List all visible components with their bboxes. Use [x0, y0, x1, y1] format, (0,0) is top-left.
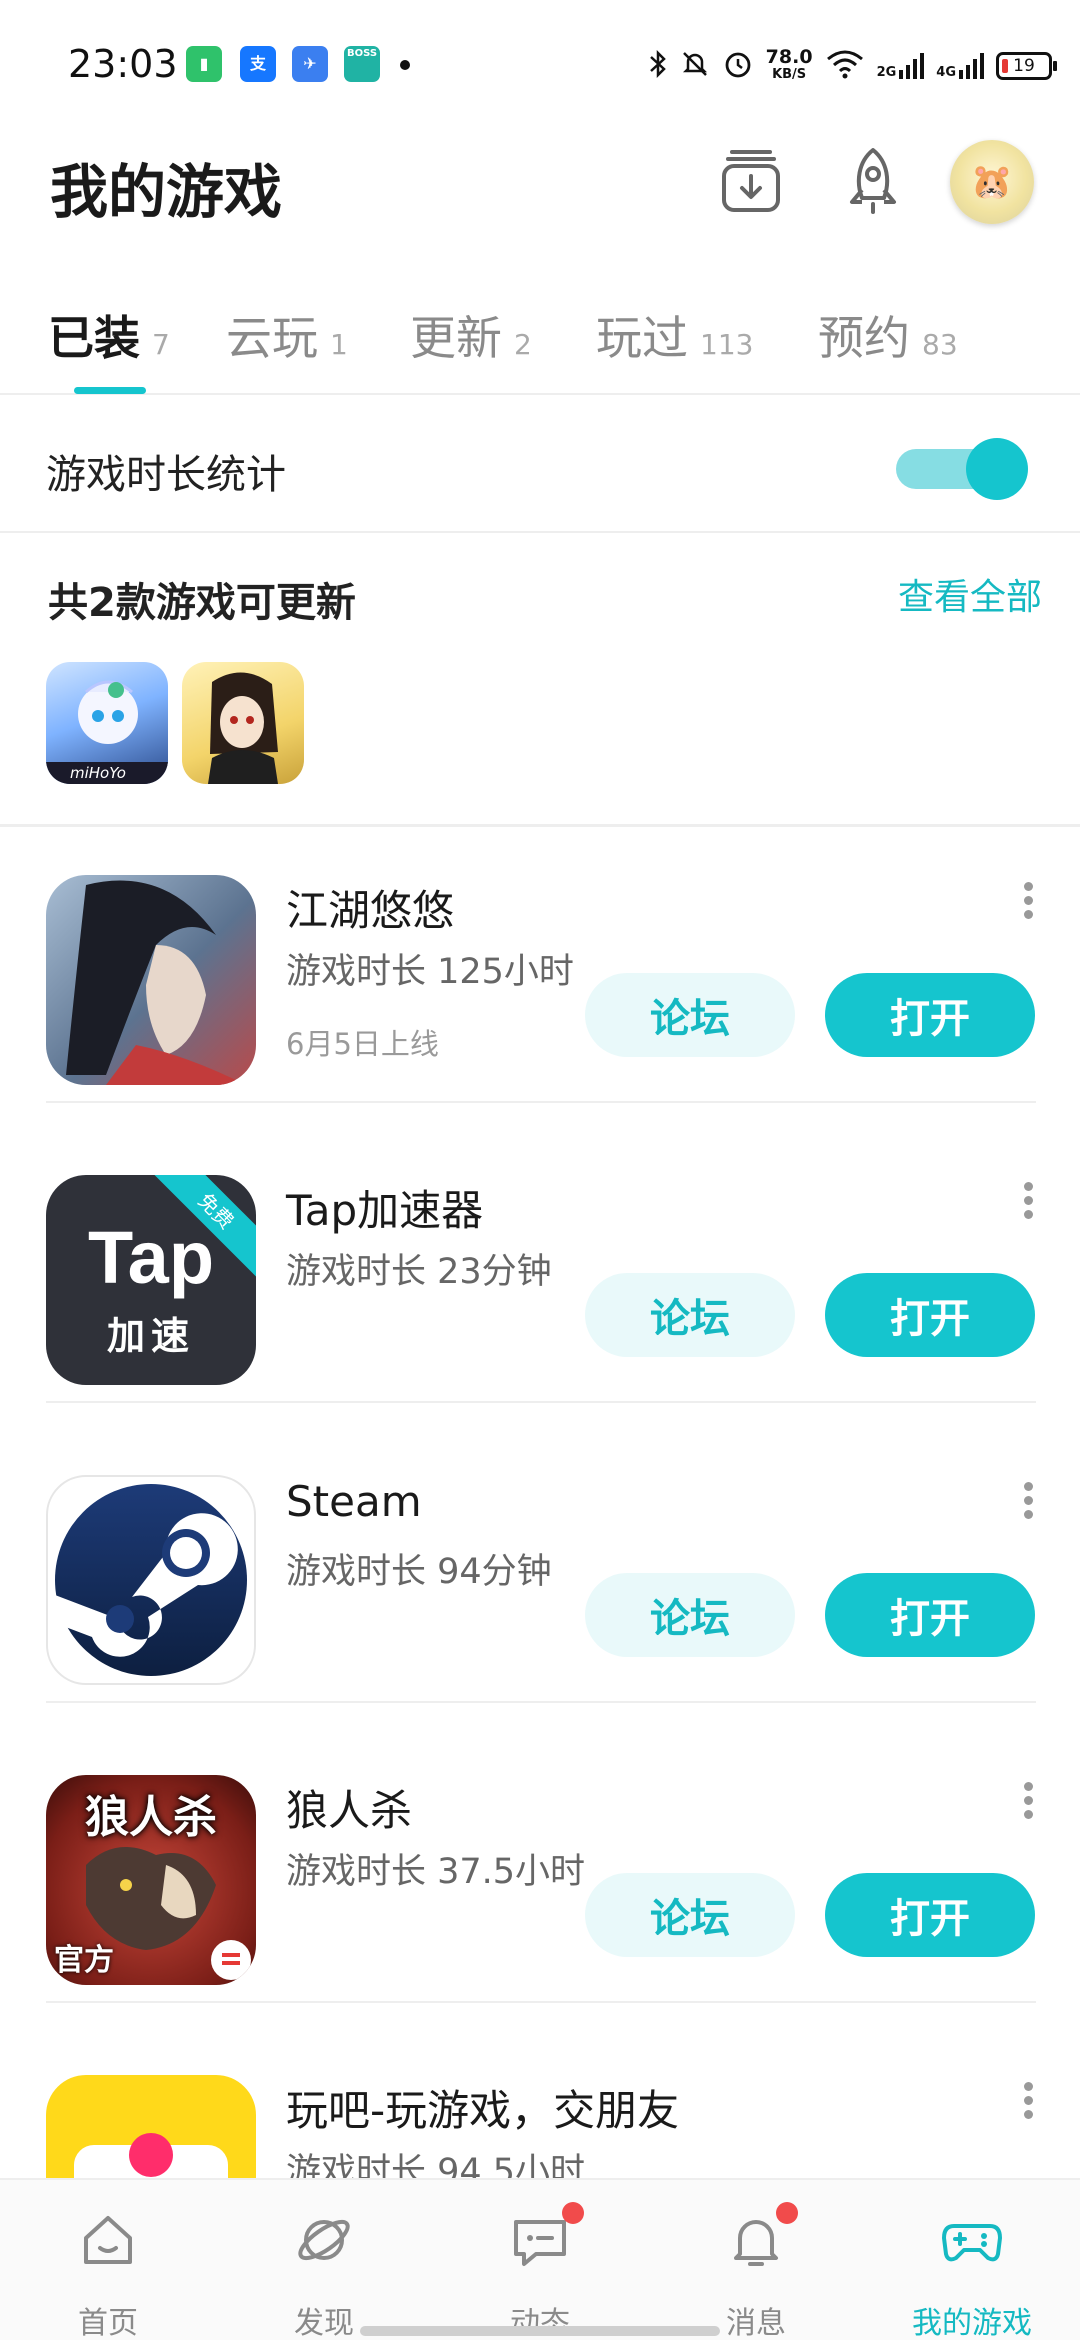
game-release-date: 6月5日上线	[286, 1027, 439, 1061]
tab-reserved[interactable]: 预约 83	[818, 302, 958, 368]
nav-feed[interactable]: 动态	[432, 2180, 648, 2340]
more-options-button[interactable]	[1018, 2077, 1038, 2137]
more-options-button[interactable]	[1018, 1477, 1038, 1537]
nav-home[interactable]: 首页	[0, 2180, 216, 2340]
forum-button[interactable]: 论坛	[585, 1873, 795, 1957]
download-icon	[722, 150, 780, 212]
messages-badge	[776, 2202, 798, 2224]
avatar-face-icon: 🐹	[970, 162, 1014, 202]
tab-played[interactable]: 玩过 113	[596, 302, 753, 368]
wifi-icon	[825, 49, 865, 84]
page-title: 我的游戏	[50, 158, 283, 226]
net-speed: 78.0 KB/S	[765, 46, 813, 83]
open-button[interactable]: 打开	[825, 1273, 1035, 1357]
toggle-knob	[966, 438, 1028, 500]
status-time: 23:03	[68, 42, 178, 86]
update-game-icon-2[interactable]	[182, 662, 304, 784]
home-indicator[interactable]	[360, 2326, 720, 2336]
game-item-steam: Steam 游戏时长 94分钟 论坛 打开	[0, 1425, 1080, 1725]
list-divider	[46, 1101, 1036, 1103]
nav-discover[interactable]: 发现	[216, 2180, 432, 2340]
open-button[interactable]: 打开	[825, 1573, 1035, 1657]
update-game-icon-1[interactable]: miHoYo	[46, 662, 168, 784]
game-name: Steam	[286, 1477, 422, 1526]
more-options-button[interactable]	[1018, 1777, 1038, 1837]
game-item-jianghu: 江湖悠悠 游戏时长 125小时 6月5日上线 论坛 打开	[0, 825, 1080, 1125]
forum-button[interactable]: 论坛	[585, 1273, 795, 1357]
tab-installed[interactable]: 已装 7	[48, 302, 170, 368]
boss-icon: BOSS	[344, 46, 380, 82]
playtime-stats-toggle[interactable]	[896, 438, 1032, 500]
open-button[interactable]: 打开	[825, 1873, 1035, 1957]
game-playtime: 游戏时长 94分钟	[286, 1552, 552, 1592]
signal-4g-icon: 4G	[936, 52, 984, 80]
nav-my-games[interactable]: 我的游戏	[864, 2180, 1080, 2340]
steam-logo-icon	[55, 1484, 247, 1676]
list-divider	[46, 1401, 1036, 1403]
game-icon-werewolf[interactable]: 狼人杀 官方	[46, 1775, 256, 1985]
game-item-tap-accelerator: 免费 Tap 加速 Tap加速器 游戏时长 23分钟 论坛 打开	[0, 1125, 1080, 1425]
game-name: 玩吧-玩游戏，交朋友	[286, 2086, 680, 2135]
bluetooth-icon	[648, 49, 668, 84]
rocket-icon	[850, 148, 896, 214]
tab-indicator	[74, 387, 146, 394]
accelerate-button[interactable]	[832, 140, 914, 222]
playtime-stats-label: 游戏时长统计	[46, 452, 286, 498]
game-name: 江湖悠悠	[286, 886, 455, 935]
download-manager-button[interactable]	[710, 140, 792, 222]
gamepad-icon	[942, 2224, 1002, 2262]
game-playtime: 游戏时长 125小时	[286, 952, 574, 992]
notification-dot	[400, 60, 410, 70]
updates-title: 共2款游戏可更新	[48, 580, 356, 626]
tab-cloud-play[interactable]: 云玩 1	[226, 302, 348, 368]
forum-button[interactable]: 论坛	[585, 973, 795, 1057]
status-bar: 23:03 ▮ 支 ✈ BOSS 78.0 KB/S 2G 4G 19	[0, 0, 1080, 130]
game-item-werewolf: 狼人杀 官方 狼人杀 游戏时长 37.5小时 论坛 打开	[0, 1725, 1080, 2025]
game-name: Tap加速器	[286, 1186, 484, 1235]
list-divider	[46, 1701, 1036, 1703]
game-playtime: 游戏时长 23分钟	[286, 1252, 552, 1292]
alipay-icon: 支	[240, 46, 276, 82]
bottom-nav: 首页 发现 动态 消息 我的游戏	[0, 2178, 1080, 2340]
open-button[interactable]: 打开	[825, 973, 1035, 1057]
more-options-button[interactable]	[1018, 1177, 1038, 1237]
game-playtime: 游戏时长 37.5小时	[286, 1852, 586, 1892]
game-name: 狼人杀	[286, 1786, 413, 1835]
battery-icon: 19	[996, 52, 1057, 80]
game-icon-jianghu[interactable]	[46, 875, 256, 1085]
feishu-icon: ✈	[292, 46, 328, 82]
more-options-button[interactable]	[1018, 877, 1038, 937]
nav-messages[interactable]: 消息	[648, 2180, 864, 2340]
tab-updates[interactable]: 更新 2	[410, 302, 532, 368]
signal-2g-icon: 2G	[877, 52, 925, 80]
alarm-icon	[722, 48, 754, 85]
planet-icon	[298, 2219, 350, 2261]
mute-icon	[680, 49, 710, 84]
game-tabs: 已装 7 云玩 1 更新 2 玩过 113 预约 83	[0, 290, 1080, 395]
user-avatar[interactable]: 🐹	[950, 140, 1034, 224]
forum-button[interactable]: 论坛	[585, 1573, 795, 1657]
home-icon	[84, 2216, 132, 2264]
game-icon-tap-accelerator[interactable]: 免费 Tap 加速	[46, 1175, 256, 1385]
status-right: 78.0 KB/S 2G 4G 19	[648, 42, 1057, 90]
list-divider	[46, 2001, 1036, 2003]
game-icon-steam[interactable]	[46, 1475, 256, 1685]
feed-badge	[562, 2202, 584, 2224]
view-all-link[interactable]: 查看全部	[898, 568, 1042, 620]
battery-saver-icon: ▮	[186, 46, 222, 82]
